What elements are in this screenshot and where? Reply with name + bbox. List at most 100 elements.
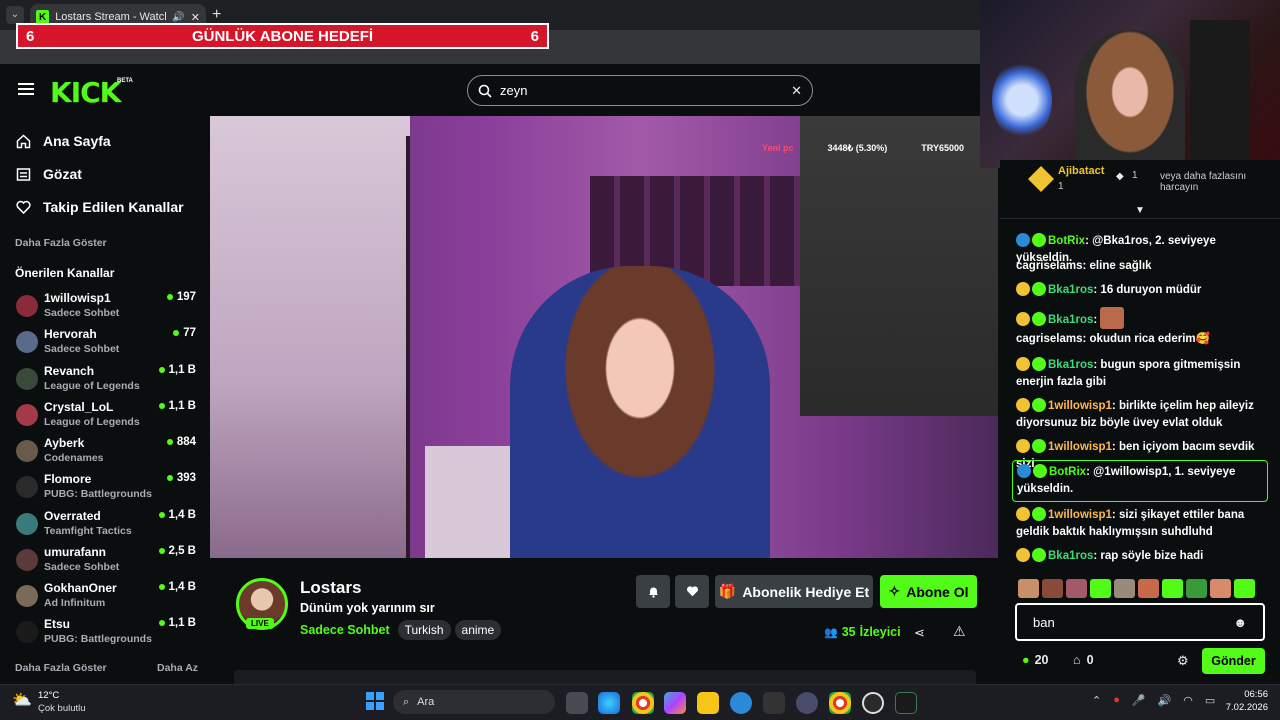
clock-date[interactable]: 7.02.2026 [1218, 702, 1268, 713]
show-more-link[interactable]: Daha Fazla Göster [15, 237, 107, 249]
folder-icon[interactable] [697, 692, 719, 714]
chat-message[interactable]: BotRix: @1willowisp1, 1. seviyeye yüksel… [1012, 460, 1268, 502]
taskbar-search[interactable]: ⌕ Ara [393, 690, 555, 714]
share-icon[interactable]: ⋖ [914, 625, 925, 641]
chat-message[interactable]: Bka1ros: rap söyle bize hadi [1016, 548, 1268, 565]
filter-icon[interactable]: ▼ [1135, 205, 1145, 216]
video-player[interactable] [210, 116, 998, 558]
kick-logo[interactable]: KICK [50, 76, 121, 109]
task-view-icon[interactable] [566, 692, 588, 714]
wifi-icon[interactable]: ◠ [1183, 694, 1193, 707]
chrome-icon[interactable] [829, 692, 851, 714]
gift-sub-button[interactable]: 🎁 Abonelik Hediye Et [715, 575, 873, 608]
store-button[interactable]: ⌂ 0 [1073, 653, 1094, 667]
chat-username[interactable]: Bka1ros [1048, 550, 1093, 562]
channel-item[interactable]: Flomore PUBG: Battlegrounds 393 [14, 472, 200, 506]
emote-icon[interactable] [1234, 579, 1255, 598]
microphone-icon[interactable]: 🎤 [1132, 694, 1146, 707]
app-icon[interactable] [895, 692, 917, 714]
emote-icon[interactable] [1042, 579, 1063, 598]
chat-settings-icon[interactable]: ⚙ [1177, 653, 1189, 669]
tab-search-button[interactable]: ⌄ [6, 6, 24, 24]
emote-icon[interactable] [1114, 579, 1135, 598]
chat-username[interactable]: cagriselams [1016, 260, 1083, 272]
channel-item[interactable]: Ayberk Codenames 884 [14, 436, 200, 470]
follow-button[interactable] [675, 575, 709, 608]
tab-close-icon[interactable]: ✕ [191, 11, 200, 24]
chat-message[interactable]: cagriselams: eline sağlık [1016, 258, 1268, 275]
show-less-channels[interactable]: Daha Az [157, 662, 198, 674]
chat-username[interactable]: Bka1ros [1048, 359, 1093, 371]
chat-message[interactable]: 1willowisp1: birlikte içelim hep aileyiz… [1016, 398, 1268, 432]
speaker-icon[interactable]: 🔊 [1158, 694, 1172, 707]
obs-icon[interactable] [862, 692, 884, 714]
live-dot-icon [173, 330, 180, 336]
emote-icon[interactable] [1210, 579, 1231, 598]
new-tab-button[interactable]: + [212, 6, 221, 24]
top-gifter-name[interactable]: Ajibatact [1058, 165, 1104, 177]
emote-icon[interactable] [1186, 579, 1207, 598]
search-bar[interactable]: ✕ [467, 75, 813, 106]
donation-goal-overlay: Yeni pc 3448₺ (5.30%) TRY65000 [762, 143, 972, 157]
chat-username[interactable]: Bka1ros [1048, 284, 1093, 296]
tag-anime[interactable]: anime [454, 620, 502, 640]
streamer-name[interactable]: Lostars [300, 578, 361, 598]
report-icon[interactable]: ⚠ [953, 623, 966, 640]
channel-points[interactable]: ● 20 [1022, 653, 1048, 667]
send-button[interactable]: Gönder [1202, 648, 1265, 674]
system-tray[interactable]: ⌃ ● 🎤 🔊 ◠ ▭ [1092, 694, 1215, 707]
chrome-icon[interactable] [632, 692, 654, 714]
menu-icon[interactable] [18, 83, 34, 95]
emote-icon[interactable] [1138, 579, 1159, 598]
edge-icon[interactable] [598, 692, 620, 714]
sidebar-item-home[interactable]: Ana Sayfa [16, 133, 111, 149]
battery-icon[interactable]: ▭ [1205, 694, 1215, 707]
chat-input[interactable] [1033, 614, 1223, 630]
chat-username[interactable]: BotRix [1048, 235, 1085, 247]
chat-message[interactable]: cagriselams: okudun rica ederim🥰 [1016, 331, 1268, 348]
tray-app-icon[interactable]: ● [1113, 694, 1120, 707]
speaker-icon[interactable]: 🔊 [172, 12, 184, 23]
terminal-icon[interactable] [763, 692, 785, 714]
channel-item[interactable]: Overrated Teamfight Tactics 1,4 B [14, 509, 200, 543]
channel-item[interactable]: Crystal_LoL League of Legends 1,1 B [14, 400, 200, 434]
channel-item[interactable]: Hervorah Sadece Sohbet 77 [14, 327, 200, 361]
start-icon[interactable] [366, 692, 384, 710]
clear-search-icon[interactable]: ✕ [791, 83, 802, 99]
show-more-channels[interactable]: Daha Fazla Göster [15, 662, 107, 674]
chat-username[interactable]: 1willowisp1 [1048, 400, 1112, 412]
chat-input-box[interactable]: ☻ [1015, 603, 1265, 641]
chat-username[interactable]: cagriselams [1016, 333, 1083, 345]
channel-item[interactable]: GokhanOner Ad Infinitum 1,4 B [14, 581, 200, 615]
telegram-icon[interactable] [730, 692, 752, 714]
channel-item[interactable]: Revanch League of Legends 1,1 B [14, 364, 200, 398]
chat-message[interactable]: Bka1ros: [1016, 307, 1268, 329]
chat-username[interactable]: BotRix [1049, 466, 1086, 478]
emote-icon[interactable] [1066, 579, 1087, 598]
search-input[interactable] [500, 83, 784, 98]
chat-message[interactable]: Bka1ros: bugun spora gitmemişsin enerjin… [1016, 357, 1268, 391]
emote-icon[interactable] [1018, 579, 1039, 598]
chat-username[interactable]: Bka1ros [1048, 314, 1093, 326]
channel-item[interactable]: umurafann Sadece Sohbet 2,5 B [14, 545, 200, 579]
sidebar-item-following[interactable]: Takip Edilen Kanallar [16, 199, 184, 215]
emoji-picker-icon[interactable]: ☻ [1233, 615, 1247, 630]
channel-item[interactable]: Etsu PUBG: Battlegrounds 1,1 B [14, 617, 200, 651]
weather-icon[interactable]: ⛅ [12, 690, 32, 710]
tag-turkish[interactable]: Turkish [397, 620, 451, 640]
stream-category[interactable]: Sadece Sohbet [300, 623, 390, 637]
subscribe-button[interactable]: ✧ Abone Ol [880, 575, 977, 608]
chat-message[interactable]: Bka1ros: 16 duruyon müdür [1016, 282, 1268, 299]
sidebar-item-browse[interactable]: Gözat [16, 166, 82, 182]
emote-icon[interactable] [1162, 579, 1183, 598]
chat-message[interactable]: 1willowisp1: sizi şikayet ettiler bana g… [1016, 507, 1268, 541]
chat-username[interactable]: 1willowisp1 [1048, 509, 1112, 521]
notification-button[interactable] [636, 575, 670, 608]
clock-time[interactable]: 06:56 [1228, 689, 1268, 700]
emote-icon[interactable] [1090, 579, 1111, 598]
app-icon[interactable] [796, 692, 818, 714]
channel-item[interactable]: 1willowisp1 Sadece Sohbet 197 [14, 291, 200, 325]
chat-username[interactable]: 1willowisp1 [1048, 441, 1112, 453]
chevron-up-icon[interactable]: ⌃ [1092, 694, 1101, 707]
copilot-icon[interactable] [664, 692, 686, 714]
